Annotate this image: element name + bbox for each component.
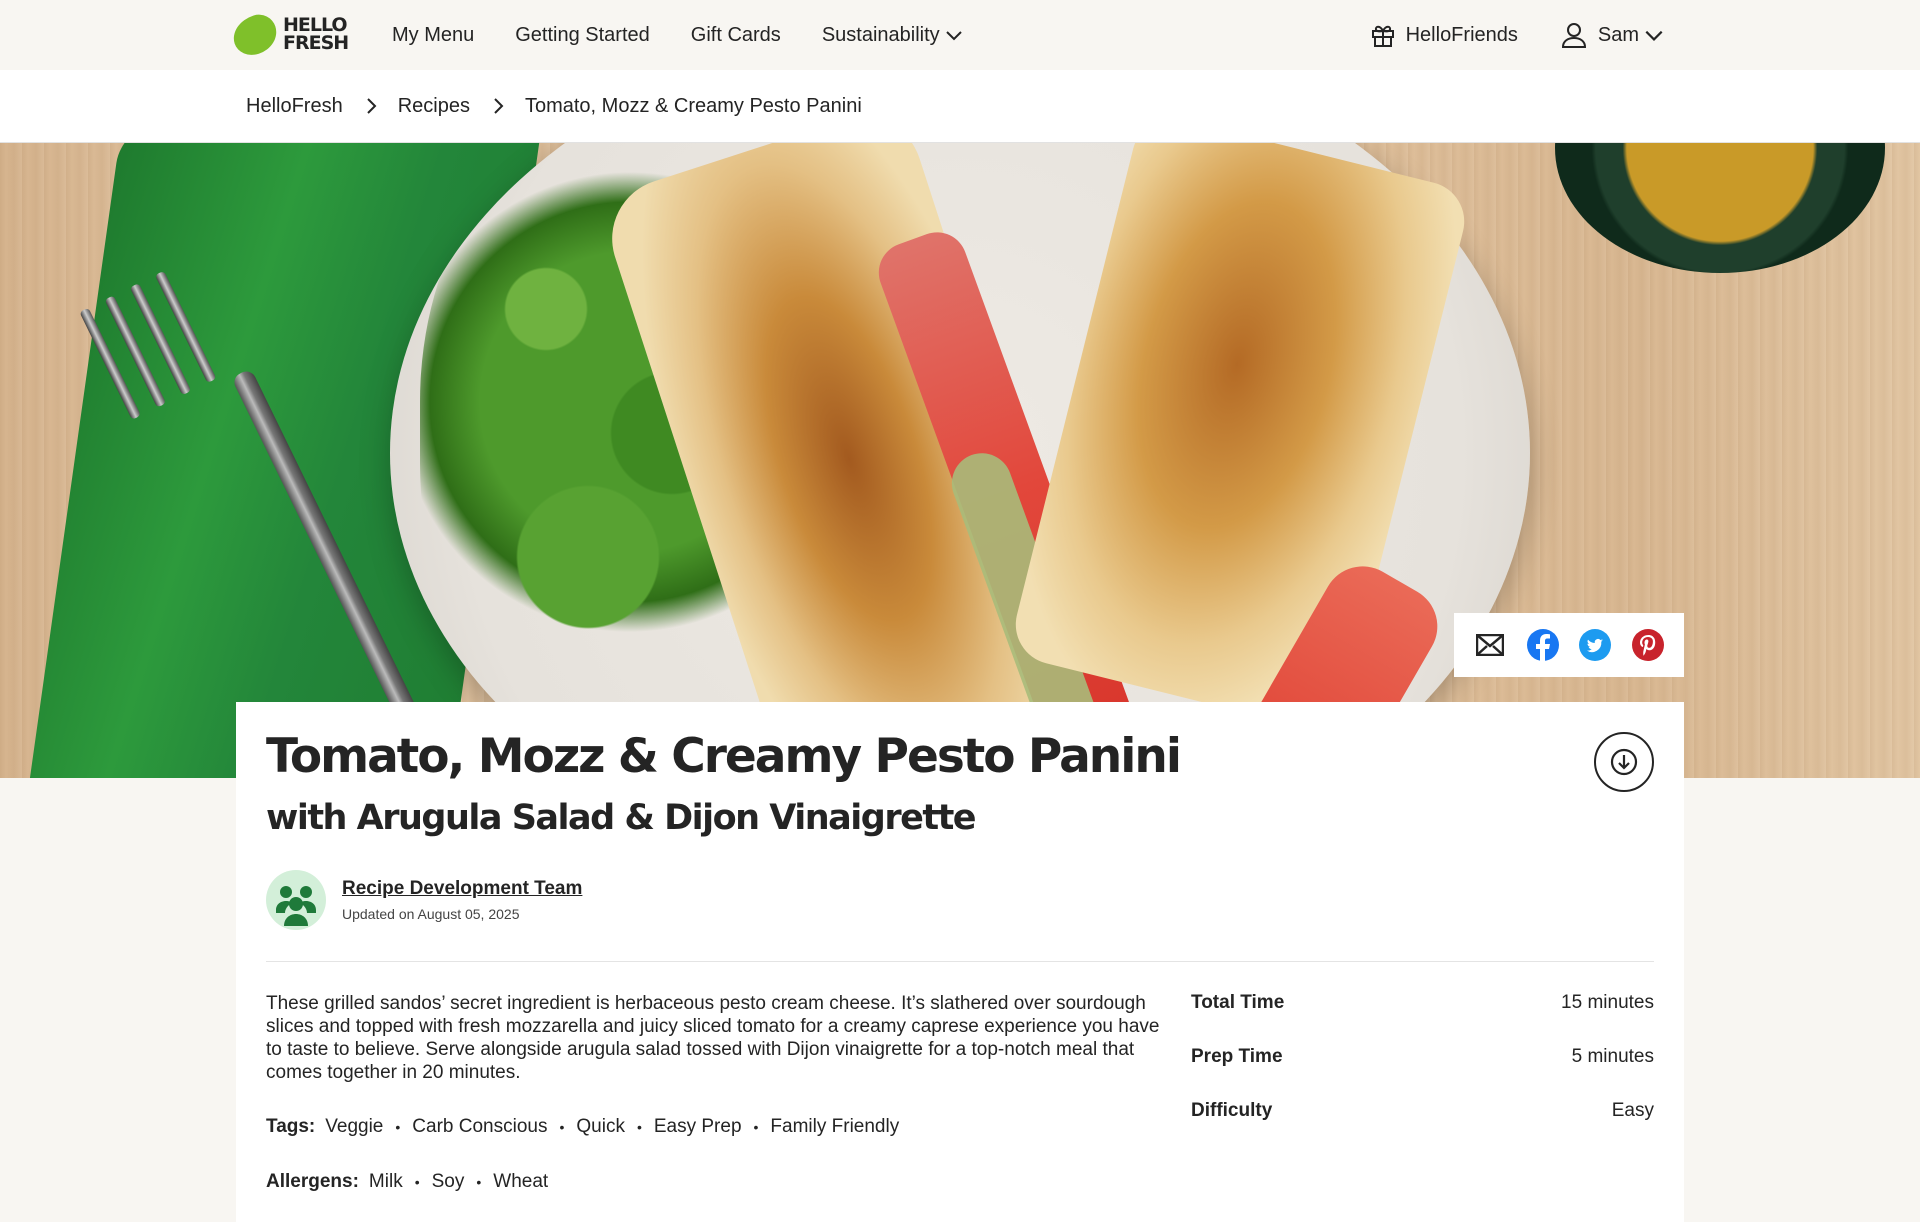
mail-icon[interactable] xyxy=(1473,628,1507,662)
allergen-milk: Milk xyxy=(368,1171,403,1192)
meta-label: Prep Time xyxy=(1191,1046,1283,1067)
main-nav: My Menu Getting Started Gift Cards Susta… xyxy=(392,0,1005,70)
tags-row: Tags: Veggie • Carb Conscious • Quick • … xyxy=(266,1116,899,1138)
gift-icon xyxy=(1371,25,1394,47)
nav-right: HelloFriends Sam xyxy=(1370,0,1665,70)
recipe-title: Tomato, Mozz & Creamy Pesto Panini xyxy=(266,729,1182,784)
hero-image xyxy=(0,143,1920,778)
chevron-down-icon xyxy=(945,31,962,41)
nav-getting-started[interactable]: Getting Started xyxy=(515,24,650,47)
separator-dot: • xyxy=(414,1174,420,1190)
tag-veggie[interactable]: Veggie xyxy=(325,1116,383,1138)
meta-label: Total Time xyxy=(1191,992,1285,1013)
account-name: Sam xyxy=(1597,23,1639,46)
share-bar xyxy=(1454,613,1684,677)
download-icon xyxy=(1610,748,1638,776)
meta-label: Difficulty xyxy=(1191,1100,1273,1121)
logo-wordmark: HELLO FRESH xyxy=(283,14,349,54)
chevron-right-icon xyxy=(494,98,504,114)
hellofriends-link[interactable]: HelloFriends xyxy=(1370,22,1518,48)
chevron-down-icon xyxy=(1645,30,1663,41)
allergen-soy: Soy xyxy=(431,1171,465,1192)
meta-prep-time: Prep Time 5 minutes xyxy=(1191,1046,1654,1100)
pinterest-icon[interactable] xyxy=(1631,628,1665,662)
breadcrumb-hellofresh[interactable]: HelloFresh xyxy=(246,95,343,118)
meta-total-time: Total Time 15 minutes xyxy=(1191,992,1654,1046)
separator-dot: • xyxy=(395,1119,401,1135)
meta-difficulty: Difficulty Easy xyxy=(1191,1100,1654,1154)
hellofriends-label: HelloFriends xyxy=(1405,23,1518,46)
download-button[interactable] xyxy=(1594,732,1654,792)
divider xyxy=(266,961,1654,962)
updated-date: Updated on August 05, 2025 xyxy=(342,906,520,922)
allergens-label: Allergens: xyxy=(266,1171,359,1192)
author-avatar xyxy=(266,870,326,930)
separator-dot: • xyxy=(476,1174,482,1190)
facebook-icon[interactable] xyxy=(1526,628,1560,662)
twitter-icon[interactable] xyxy=(1578,628,1612,662)
meta-value: 5 minutes xyxy=(1571,1046,1654,1067)
nav-gift-cards[interactable]: Gift Cards xyxy=(691,24,781,47)
author-block: Recipe Development Team Updated on Augus… xyxy=(266,870,582,930)
tag-quick[interactable]: Quick xyxy=(576,1116,625,1138)
author-link[interactable]: Recipe Development Team xyxy=(342,878,582,900)
top-navigation: HELLO FRESH My Menu Getting Started Gift… xyxy=(0,0,1920,70)
recipe-card: Tomato, Mozz & Creamy Pesto Panini with … xyxy=(236,702,1684,1222)
account-menu[interactable]: Sam xyxy=(1560,21,1665,49)
nav-my-menu[interactable]: My Menu xyxy=(392,24,474,47)
breadcrumb: HelloFresh Recipes Tomato, Mozz & Creamy… xyxy=(246,70,862,142)
logo-leaf-icon xyxy=(228,10,282,60)
nav-sustainability[interactable]: Sustainability xyxy=(822,24,964,47)
team-icon xyxy=(276,886,316,926)
tag-family-friendly[interactable]: Family Friendly xyxy=(770,1116,899,1138)
breadcrumb-recipes[interactable]: Recipes xyxy=(398,95,470,118)
recipe-meta: Total Time 15 minutes Prep Time 5 minute… xyxy=(1191,992,1654,1154)
hellofresh-logo[interactable]: HELLO FRESH xyxy=(228,10,353,60)
nav-sustainability-label: Sustainability xyxy=(821,23,940,46)
recipe-subtitle: with Arugula Salad & Dijon Vinaigrette xyxy=(266,798,977,838)
breadcrumb-bar: HelloFresh Recipes Tomato, Mozz & Creamy… xyxy=(0,70,1920,143)
tags-label: Tags: xyxy=(266,1116,316,1137)
breadcrumb-current: Tomato, Mozz & Creamy Pesto Panini xyxy=(524,94,862,117)
meta-value: 15 minutes xyxy=(1561,992,1654,1013)
allergens-row: Allergens: Milk • Soy • Wheat xyxy=(266,1171,548,1193)
meta-value: Easy xyxy=(1611,1100,1654,1121)
separator-dot: • xyxy=(636,1119,642,1135)
chevron-right-icon xyxy=(366,98,377,114)
tag-carb-conscious[interactable]: Carb Conscious xyxy=(412,1116,547,1138)
recipe-description: These grilled sandos’ secret ingredient … xyxy=(266,993,1160,1083)
user-icon xyxy=(1561,23,1586,48)
allergen-wheat: Wheat xyxy=(493,1171,549,1192)
separator-dot: • xyxy=(559,1119,565,1135)
separator-dot: • xyxy=(753,1119,759,1135)
tag-easy-prep[interactable]: Easy Prep xyxy=(654,1116,742,1138)
